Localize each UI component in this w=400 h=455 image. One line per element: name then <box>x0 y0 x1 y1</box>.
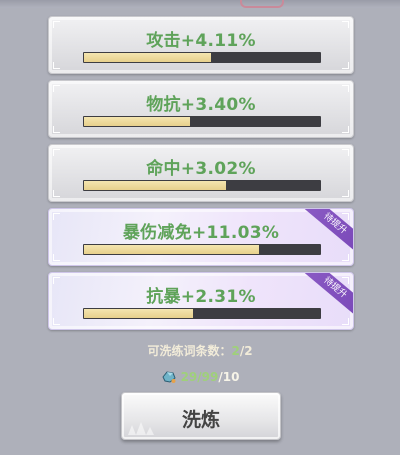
stat-panel: 暴伤减免+11.03% 待提升 <box>48 208 354 266</box>
wash-count-label: 可洗练词条数： <box>147 344 232 358</box>
panel-corner-decoration <box>53 62 60 69</box>
panel-corner-decoration <box>53 190 60 197</box>
panel-corner-decoration <box>342 62 349 69</box>
stat-panel: 抗暴+2.31% 待提升 <box>48 272 354 330</box>
panel-corner-decoration <box>53 126 60 133</box>
stat-progress-fill <box>84 245 259 254</box>
top-border <box>0 0 400 8</box>
panel-corner-decoration <box>342 254 349 261</box>
wash-count-line: 可洗练词条数：2/2 <box>0 342 400 359</box>
stat-progress-fill <box>84 53 212 62</box>
material-gem-icon <box>161 371 176 383</box>
panel-corner-decoration <box>342 318 349 325</box>
cost-need: 10 <box>222 370 240 384</box>
panel-corner-decoration <box>342 190 349 197</box>
wash-button[interactable]: 洗炼 <box>121 392 281 440</box>
stat-label: 暴伤减免+11.03% <box>122 223 280 243</box>
stat-panel: 物抗+3.40% <box>48 80 354 138</box>
wash-count-current: 2 <box>231 344 240 358</box>
panel-corner-decoration <box>53 254 60 261</box>
stat-progress-fill <box>84 117 191 126</box>
stat-label: 命中+3.02% <box>146 159 256 179</box>
stat-progress-track <box>83 52 321 63</box>
stat-progress-track <box>83 308 321 319</box>
stat-label: 物抗+3.40% <box>146 95 256 115</box>
top-ornament <box>240 0 284 8</box>
stat-label: 攻击+4.11% <box>146 31 256 51</box>
stat-progress-track <box>83 244 321 255</box>
stat-progress-track <box>83 116 321 127</box>
wash-count-max: 2 <box>244 344 253 358</box>
panel-corner-decoration <box>342 126 349 133</box>
stat-progress-fill <box>84 181 226 190</box>
wash-button-label: 洗炼 <box>181 409 220 431</box>
stat-progress-fill <box>84 309 193 318</box>
stat-progress-track <box>83 180 321 191</box>
cost-line: 29/99/10 <box>0 370 400 384</box>
stat-panel: 命中+3.02% <box>48 144 354 202</box>
panel-corner-decoration <box>53 318 60 325</box>
stat-label: 抗暴+2.31% <box>146 287 256 307</box>
stat-panel: 攻击+4.11% <box>48 16 354 74</box>
cost-have: 29/99 <box>180 370 219 384</box>
